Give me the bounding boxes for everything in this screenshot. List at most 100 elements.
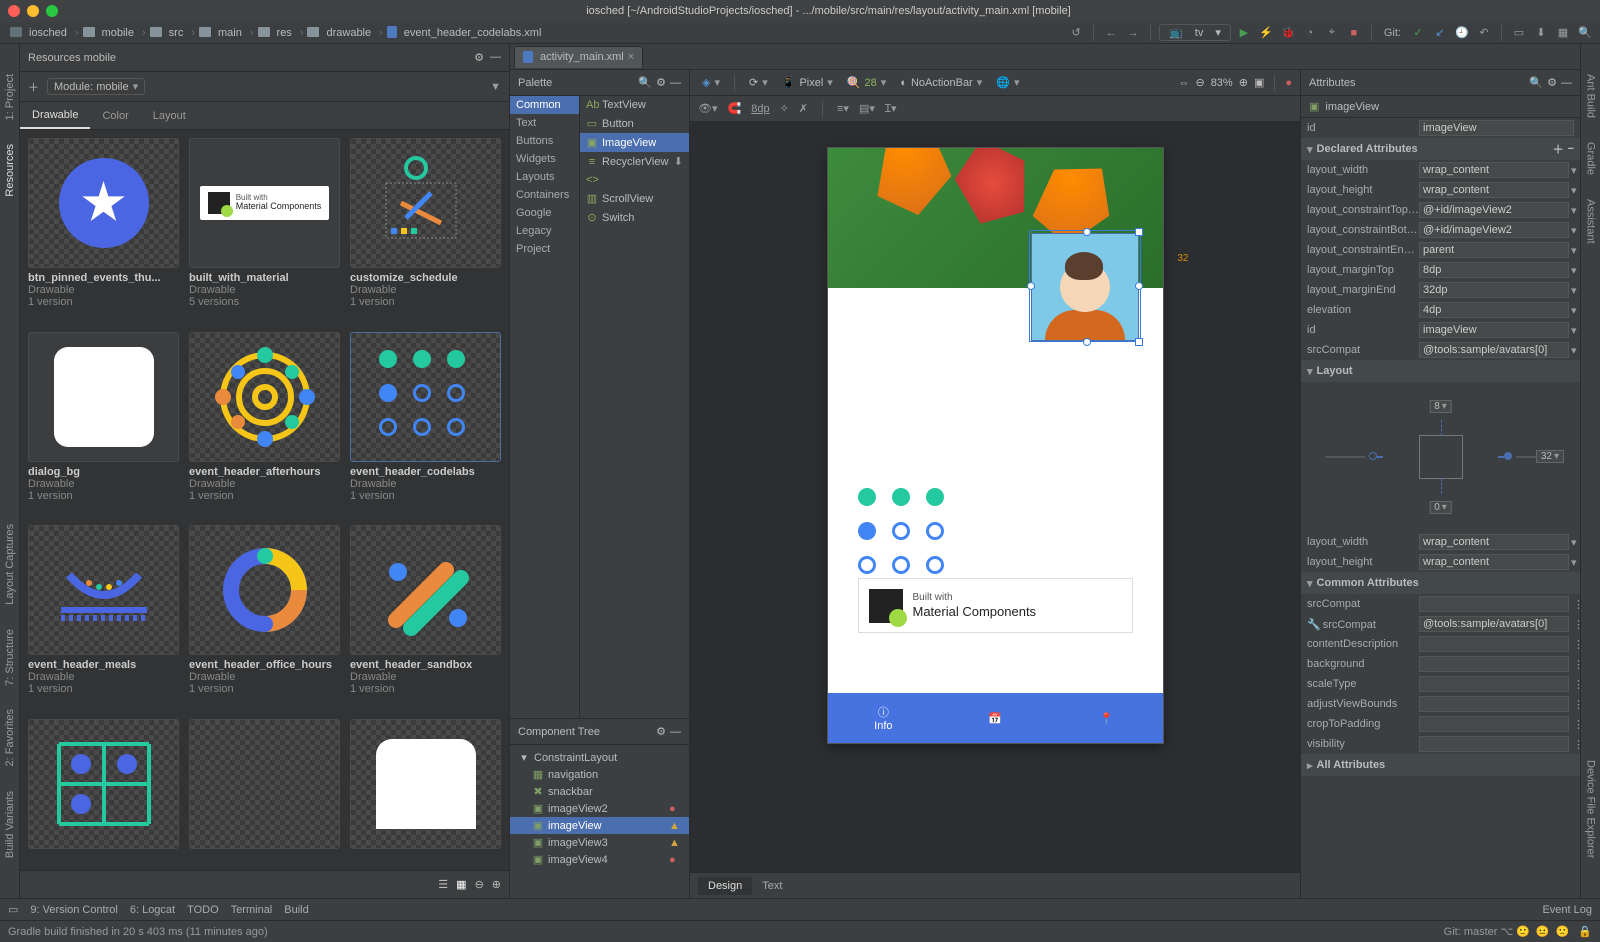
crumb[interactable]: res xyxy=(254,27,300,39)
edge-captures[interactable]: Layout Captures xyxy=(4,524,16,605)
tab-text[interactable]: Text xyxy=(752,877,792,895)
search-icon[interactable]: 🔍 xyxy=(1529,76,1543,89)
edge-ant[interactable]: Ant Build xyxy=(1585,74,1597,118)
tree-item[interactable]: ▦navigation xyxy=(510,766,689,783)
zoom-fit-icon[interactable]: ▣ xyxy=(1254,76,1264,89)
edge-structure[interactable]: 7: Structure xyxy=(4,629,16,686)
zoom-in-icon[interactable]: ⊕ xyxy=(492,878,501,891)
run-icon[interactable]: ▶ xyxy=(1235,24,1253,42)
spacing-button[interactable]: 8dp xyxy=(751,103,769,115)
stop-icon[interactable]: ■ xyxy=(1345,24,1363,42)
resource-card[interactable]: event_header_codelabs Drawable 1 version xyxy=(350,332,501,516)
close-icon[interactable]: × xyxy=(628,51,634,63)
edge-resources[interactable]: Resources xyxy=(4,144,16,197)
locale-combo[interactable]: 🌐▾ xyxy=(992,75,1023,90)
bt-build[interactable]: Build xyxy=(284,904,308,916)
resource-card[interactable] xyxy=(189,719,340,863)
attr-input[interactable] xyxy=(1419,596,1569,612)
material-card[interactable]: Built with Material Components xyxy=(858,578,1133,633)
attr-input[interactable] xyxy=(1419,342,1569,358)
resource-card[interactable]: event_header_sandbox Drawable 1 version xyxy=(350,525,501,709)
attr-input[interactable] xyxy=(1419,202,1569,218)
attr-input[interactable] xyxy=(1419,716,1569,732)
align-icon[interactable]: ≡▾ xyxy=(837,102,849,115)
sdk-icon[interactable]: ⬇ xyxy=(1532,24,1550,42)
theme-combo[interactable]: ◐ NoActionBar▾ xyxy=(896,75,986,90)
vcs-commit-icon[interactable]: ↙ xyxy=(1431,24,1449,42)
attr-input[interactable] xyxy=(1419,656,1569,672)
palette-category[interactable]: Google xyxy=(510,204,579,222)
tree-item[interactable]: ▣imageView3▲ xyxy=(510,834,689,851)
attr-input[interactable] xyxy=(1419,162,1569,178)
remove-icon[interactable]: − xyxy=(1568,143,1574,155)
right-margin[interactable]: 32▾ xyxy=(1536,450,1564,463)
debug-icon[interactable]: 🐞 xyxy=(1279,24,1297,42)
top-margin[interactable]: 8▾ xyxy=(1429,400,1452,413)
attr-input[interactable] xyxy=(1419,636,1569,652)
orientation-button[interactable]: ⟳▾ xyxy=(745,75,772,90)
palette-category[interactable]: Common xyxy=(510,96,579,114)
group-all[interactable]: ▸All Attributes xyxy=(1301,754,1580,776)
vcs-revert-icon[interactable]: ↶ xyxy=(1475,24,1493,42)
download-icon[interactable]: ⬇ xyxy=(674,155,683,168)
palette-category[interactable]: Layouts xyxy=(510,168,579,186)
palette-item[interactable]: ⊙Switch xyxy=(580,208,689,227)
palette-category[interactable]: Widgets xyxy=(510,150,579,168)
crumb[interactable]: event_header_codelabs.xml xyxy=(383,26,550,39)
tab-design[interactable]: Design xyxy=(698,877,752,895)
guides-icon[interactable]: Ɪ▾ xyxy=(885,101,897,116)
attr-input[interactable] xyxy=(1419,616,1569,632)
tree-root[interactable]: ▾ConstraintLayout xyxy=(510,749,689,766)
tab-layout[interactable]: Layout xyxy=(141,102,198,129)
attr-input[interactable] xyxy=(1419,676,1569,692)
run-config-combo[interactable]: 📺 tv ▾ xyxy=(1159,24,1231,41)
git-branch[interactable]: Git: master ⌥ xyxy=(1444,925,1514,938)
dots-drawable[interactable] xyxy=(858,488,950,580)
palette-category[interactable]: Project xyxy=(510,240,579,258)
avd-icon[interactable]: ▭ xyxy=(1510,24,1528,42)
crumb[interactable]: main xyxy=(195,27,250,39)
attr-input[interactable] xyxy=(1419,182,1569,198)
tab-drawable[interactable]: Drawable xyxy=(20,102,90,129)
resource-card[interactable]: event_header_meals Drawable 1 version xyxy=(28,525,179,709)
attr-input[interactable] xyxy=(1419,242,1569,258)
edge-assistant[interactable]: Assistant xyxy=(1585,199,1597,244)
crumb[interactable]: mobile xyxy=(79,27,142,39)
bottom-nav[interactable]: ⓘInfo 📅 📍 xyxy=(828,693,1163,743)
apply-icon[interactable]: ⚡ xyxy=(1257,24,1275,42)
bottom-margin[interactable]: 0▾ xyxy=(1429,501,1452,514)
palette-item[interactable]: ≡RecyclerView⬇ xyxy=(580,152,689,171)
tree-item[interactable]: ▣imageView4● xyxy=(510,851,689,868)
wand-icon[interactable]: ✧ xyxy=(780,102,789,115)
resource-card[interactable]: dialog_bg Drawable 1 version xyxy=(28,332,179,516)
tab-color[interactable]: Color xyxy=(90,102,140,129)
avatar-imageview[interactable] xyxy=(1031,233,1139,341)
palette-item[interactable]: ▥ScrollView xyxy=(580,189,689,208)
bt-todo[interactable]: TODO xyxy=(187,904,219,916)
attr-input[interactable] xyxy=(1419,262,1569,278)
search-icon[interactable]: 🔍 xyxy=(1576,24,1594,42)
group-declared[interactable]: ▾Declared Attributes＋− xyxy=(1301,138,1580,160)
view-list-icon[interactable]: ☰ xyxy=(438,878,448,891)
attr-input[interactable] xyxy=(1419,302,1569,318)
osx-max[interactable] xyxy=(46,5,58,17)
vcs-update-icon[interactable]: ✓ xyxy=(1409,24,1427,42)
hide-icon[interactable]: — xyxy=(670,77,681,89)
edge-project[interactable]: 1: Project xyxy=(4,74,16,120)
palette-item[interactable]: <> xyxy=(580,171,689,189)
resource-card[interactable] xyxy=(28,719,179,863)
sync-icon[interactable]: ↺ xyxy=(1067,24,1085,42)
gear-icon[interactable]: ⚙ xyxy=(474,51,484,64)
edge-favorites[interactable]: 2: Favorites xyxy=(4,709,16,766)
attr-input[interactable] xyxy=(1419,282,1569,298)
magnet-icon[interactable]: 🧲 xyxy=(728,102,742,115)
warnings-icon[interactable]: ● xyxy=(1285,77,1292,89)
palette-category[interactable]: Buttons xyxy=(510,132,579,150)
toggle-tools-icon[interactable]: ▭ xyxy=(8,903,18,916)
pack-icon[interactable]: ▤▾ xyxy=(859,102,875,115)
forward-icon[interactable]: → xyxy=(1124,24,1142,42)
attr-input[interactable] xyxy=(1419,554,1569,570)
edge-variants[interactable]: Build Variants xyxy=(4,791,16,858)
tree-item[interactable]: ▣imageView▲ xyxy=(510,817,689,834)
lock-icon[interactable]: 🔒 xyxy=(1578,925,1592,938)
